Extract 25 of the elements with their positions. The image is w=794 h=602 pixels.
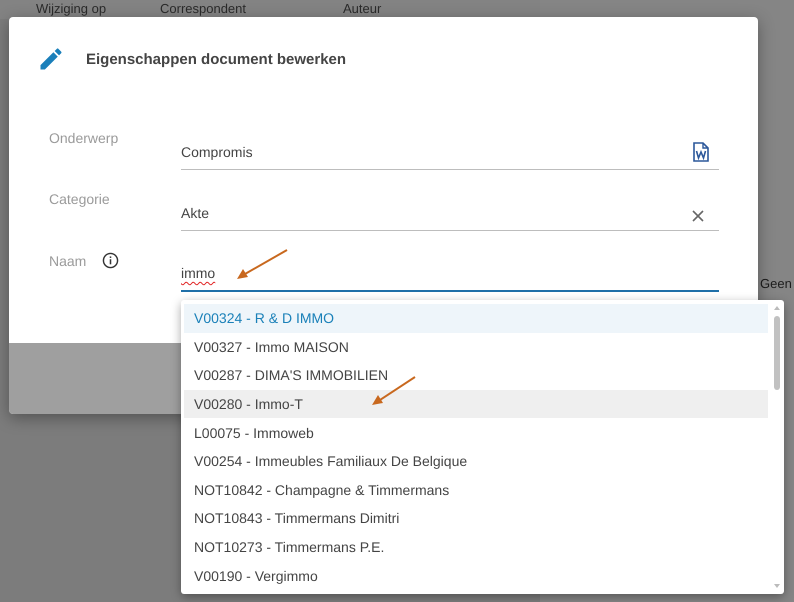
field-label: Categorie	[49, 191, 110, 207]
status-text: Geen	[760, 276, 792, 291]
dropdown-option[interactable]: V00190 - Vergimmo	[184, 561, 768, 590]
column-header: Correspondent	[160, 1, 247, 16]
column-header: Wijziging op	[36, 1, 108, 16]
text-field[interactable]: Akte	[181, 191, 719, 231]
dropdown-option[interactable]: V00327 - Immo MAISON	[184, 332, 768, 362]
dropdown-option[interactable]: V00324 - R & D IMMO	[184, 304, 768, 333]
field-label: Onderwerp	[49, 130, 118, 146]
dropdown-option[interactable]: V00254 - Immeubles Familiaux De Belgique	[184, 446, 768, 476]
dropdown-option[interactable]: V00280 - Immo-T	[184, 390, 768, 418]
field-label: Naam	[49, 252, 86, 268]
column-header: Auteur	[343, 1, 382, 16]
dropdown-option[interactable]: V00287 - DIMA'S IMMOBILIEN	[184, 361, 768, 390]
dropdown-option[interactable]: NOT10843 - Timmermans Dimitri	[184, 504, 768, 533]
text-field[interactable]: Compromis	[181, 130, 719, 170]
dropdown-option[interactable]: L00075 - Immoweb	[184, 418, 768, 447]
info-icon[interactable]	[102, 252, 120, 269]
word-document-icon[interactable]	[693, 142, 709, 162]
dropdown-option[interactable]: NOT10842 - Champagne & Timmermans	[184, 476, 768, 504]
dialog-title: Eigenschappen document bewerken	[86, 50, 346, 68]
search-field[interactable]: immo	[181, 252, 719, 292]
close-icon[interactable]	[692, 210, 704, 222]
dropdown-option[interactable]: NOT10273 - Timmermans P.E.	[184, 532, 768, 562]
annotation-arrow	[237, 249, 288, 279]
